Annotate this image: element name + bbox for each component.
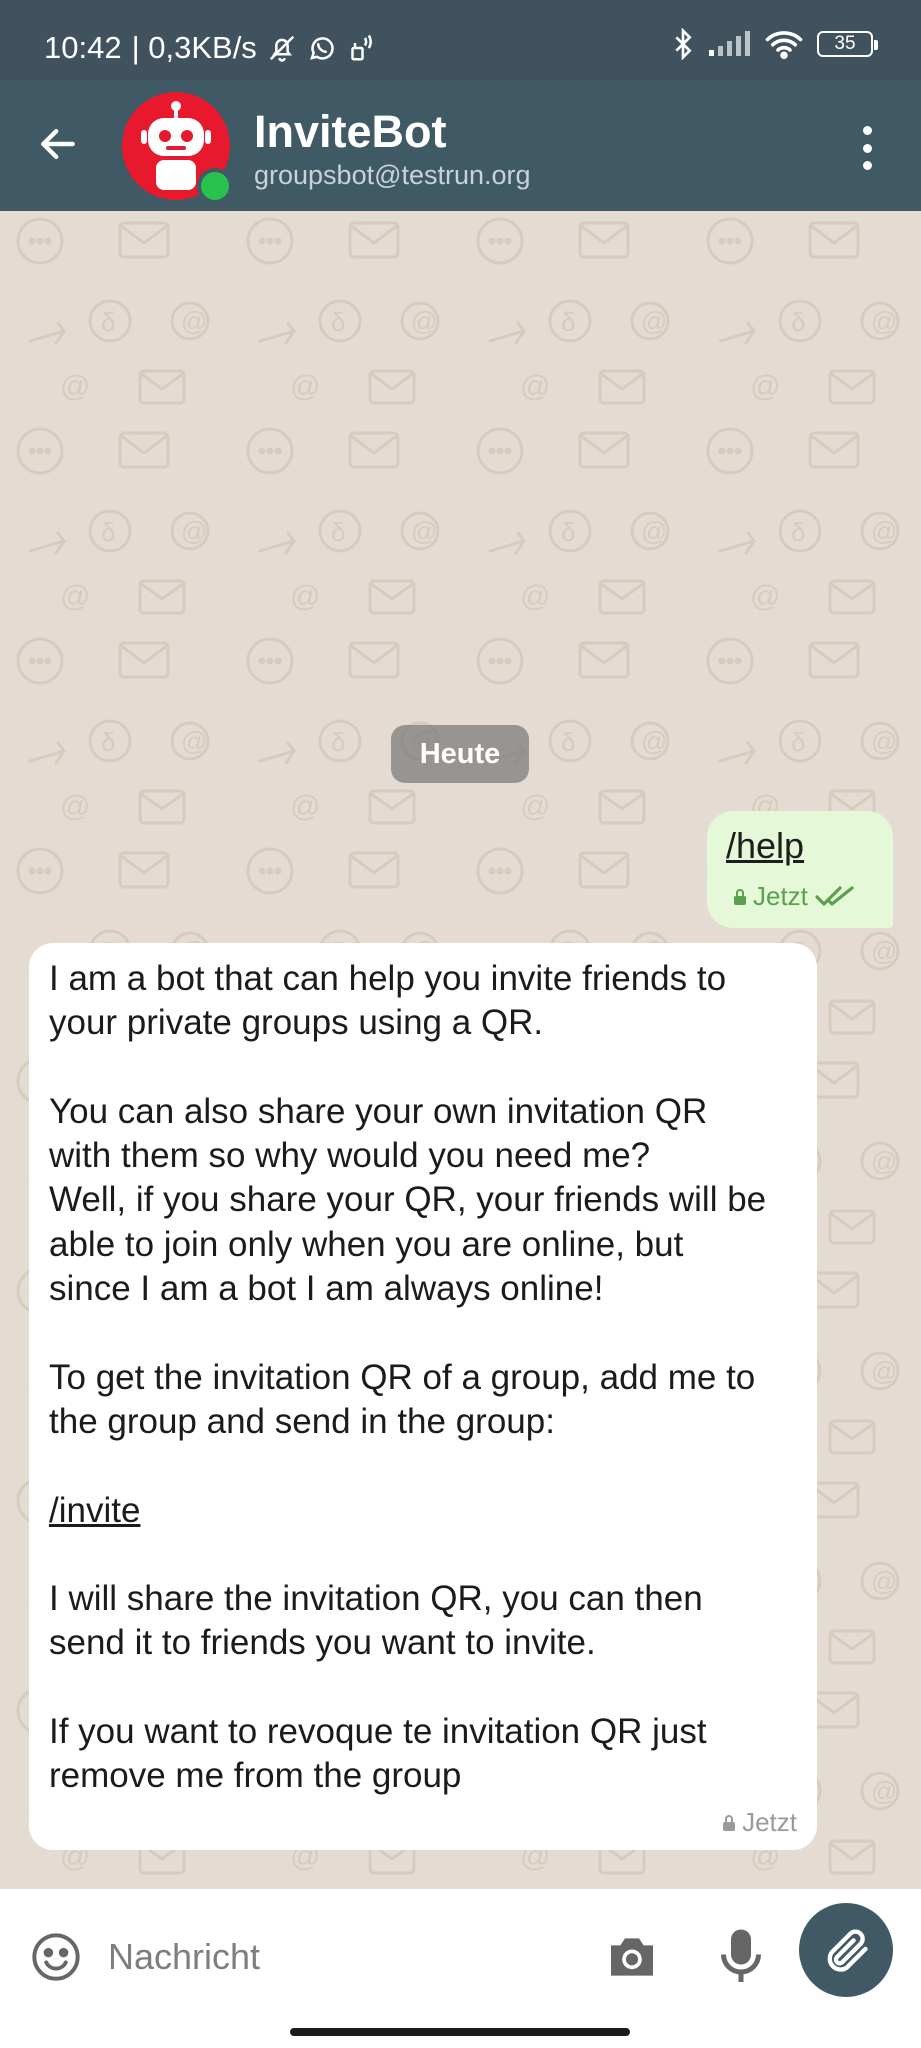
message-text: I am a bot that can help you invite frie… [49,957,819,1799]
nfc-icon [351,34,372,61]
attach-button[interactable] [799,1903,893,1997]
message-paragraph: I am a bot that can help you invite frie… [49,959,727,1043]
signal-icon [709,31,750,56]
message-meta: Jetzt [722,1807,797,1838]
message-paragraph: To get the invitation QR of a group, add… [49,1357,756,1441]
incoming-message[interactable]: I am a bot that can help you invite frie… [29,943,817,1850]
status-bar: 10:42 | 0,3KB/s 35 [0,0,921,80]
message-time: Jetzt [742,1807,797,1837]
message-paragraph: You can also share your own invitation Q… [49,1091,767,1309]
microphone-icon[interactable] [716,1927,766,1987]
arrow-left-icon [41,128,75,160]
message-paragraph: If you want to revoque te invitation QR … [49,1712,707,1796]
bluetooth-icon [675,28,692,60]
status-right: 35 [671,28,878,60]
online-status-dot [197,168,233,204]
chat-subtitle: groupsbot@testrun.org [254,160,531,190]
back-button[interactable] [30,116,86,172]
message-input[interactable] [108,1923,578,1991]
outgoing-message[interactable]: /help Jetzt [707,811,893,928]
wifi-icon [765,31,803,59]
message-meta: Jetzt [733,881,856,912]
more-vertical-icon[interactable] [849,120,885,176]
message-paragraph: I will share the invitation QR, you can … [49,1579,703,1663]
message-list[interactable]: @ δ @ Heute /help Jetzt I am a bot that … [0,211,921,1888]
chat-header: InviteBot groupsbot@testrun.org [0,80,921,211]
chat-title[interactable]: InviteBot [254,106,447,158]
emoji-icon[interactable] [30,1931,82,1983]
whatsapp-icon [309,37,334,60]
date-separator: Heute [391,725,529,783]
command-link-invite[interactable]: /invite [49,1491,140,1530]
message-time: Jetzt [753,881,808,911]
battery-level: 35 [834,33,856,54]
bell-off-icon [269,35,294,62]
command-link-help[interactable]: /help [726,825,804,867]
lock-icon [734,888,746,905]
message-composer [0,1888,921,2048]
camera-icon[interactable] [604,1929,660,1985]
status-data-rate: | 0,3KB/s [131,30,257,65]
status-left: 10:42 | 0,3KB/s [44,30,373,66]
paperclip-icon [827,1929,868,1972]
status-time: 10:42 [44,30,122,65]
battery-icon: 35 [817,31,878,57]
home-indicator[interactable] [290,2028,630,2036]
lock-icon [723,1814,736,1831]
double-check-icon [815,885,854,906]
